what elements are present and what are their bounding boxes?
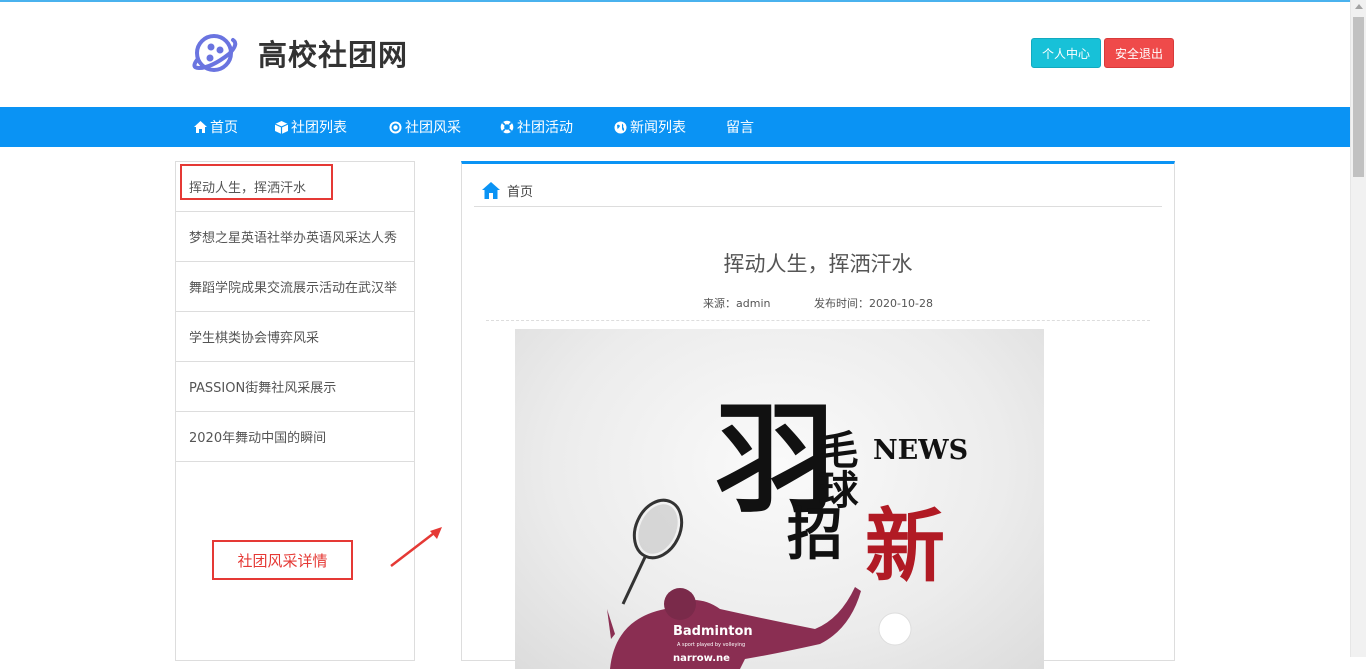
sidebar-list: 挥动人生，挥洒汗水 梦想之星英语社举办英语风采达人秀 舞蹈学院成果交流展示活动在…: [175, 161, 415, 661]
nav-item-club-activities[interactable]: 社团活动: [500, 107, 573, 147]
lifebuoy-icon: [500, 120, 514, 134]
nav-label: 社团风采: [405, 120, 461, 136]
nav-label: 留言: [726, 120, 754, 136]
poster-news: NEWS: [873, 435, 968, 466]
poster-char-xin: 新: [865, 499, 945, 593]
article-panel: 首页 挥动人生，挥洒汗水 来源：admin 发布时间：2020-10-28 羽 …: [461, 161, 1175, 669]
article-image: 羽 毛球 NEWS 招 新 Badminton A sport played b…: [515, 329, 1044, 669]
annotation-arrow-icon: [390, 527, 442, 567]
poster-small-text: A sport played by volleying: [677, 642, 745, 648]
nav-item-home[interactable]: 首页: [194, 107, 238, 147]
home-icon: [194, 121, 207, 133]
nav-label: 新闻列表: [630, 120, 686, 136]
scroll-up-icon[interactable]: [1355, 4, 1363, 9]
list-item[interactable]: PASSION街舞社风采展示: [176, 362, 414, 412]
list-item[interactable]: 舞蹈学院成果交流展示活动在武汉举: [176, 262, 414, 312]
shuttlecock-icon: [878, 612, 912, 646]
racket-icon: [621, 498, 684, 605]
article-source: 来源：admin: [703, 297, 771, 310]
target-icon: [389, 121, 402, 133]
nav-item-messages[interactable]: 留言: [726, 107, 754, 147]
nav-label: 首页: [210, 120, 238, 136]
scroll-thumb[interactable]: [1353, 17, 1364, 177]
poster-site: narrow.ne: [673, 653, 730, 664]
globe-icon: [614, 121, 627, 133]
site-header: 高校社团网 个人中心 安全退出: [0, 2, 1350, 107]
article-title: 挥动人生，挥洒汗水: [723, 252, 913, 276]
nav-item-club-style[interactable]: 社团风采: [389, 107, 461, 147]
logout-button[interactable]: 安全退出: [1104, 38, 1174, 68]
list-item[interactable]: 2020年舞动中国的瞬间: [176, 412, 414, 462]
nav-item-club-list[interactable]: 社团列表: [275, 107, 347, 147]
badminton-poster: 羽 毛球 NEWS 招 新 Badminton A sport played b…: [607, 389, 968, 669]
nav-label: 社团活动: [517, 120, 573, 136]
site-title[interactable]: 高校社团网: [258, 32, 408, 74]
page-scrollbar[interactable]: [1350, 0, 1366, 657]
nav-item-news-list[interactable]: 新闻列表: [614, 107, 686, 147]
list-item[interactable]: 学生棋类协会博弈风采: [176, 312, 414, 362]
list-item[interactable]: 梦想之星英语社举办英语风采达人秀: [176, 212, 414, 262]
breadcrumb: 首页: [474, 174, 1162, 207]
divider: [486, 320, 1150, 321]
home-icon: [482, 181, 500, 199]
user-center-button[interactable]: 个人中心: [1031, 38, 1101, 68]
cube-icon: [275, 120, 288, 134]
article-meta: 来源：admin 发布时间：2020-10-28: [462, 295, 1174, 311]
logo-icon: [192, 34, 238, 72]
article-date: 发布时间：2020-10-28: [814, 297, 933, 310]
poster-badminton: Badminton: [673, 624, 753, 639]
poster-char-zhao: 招: [787, 502, 843, 568]
highlight-box: [180, 164, 333, 200]
breadcrumb-home-link[interactable]: 首页: [507, 181, 533, 200]
main-nav: 首页 社团列表 社团风采 社团活动 新闻列表 留言: [0, 107, 1350, 147]
poster-small-chars: 毛球: [812, 429, 859, 509]
nav-label: 社团列表: [291, 120, 347, 136]
annotation-label: 社团风采详情: [212, 540, 353, 580]
